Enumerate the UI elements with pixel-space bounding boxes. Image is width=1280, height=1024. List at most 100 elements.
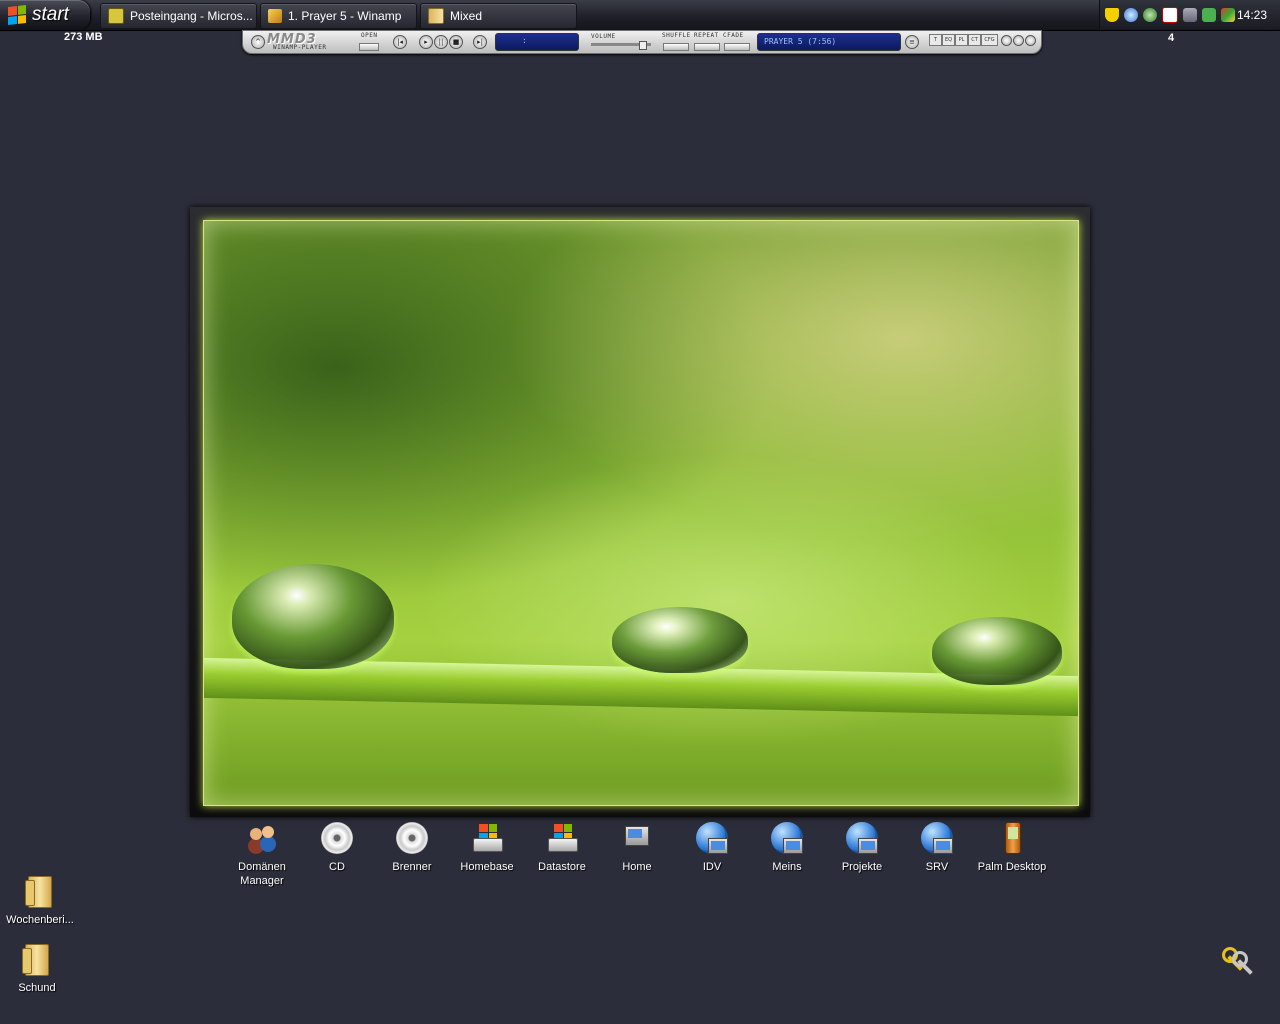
app-tray-icon[interactable]: [1221, 8, 1235, 22]
network-globe-icon[interactable]: [1124, 8, 1138, 22]
pause-button[interactable]: ||: [434, 35, 448, 49]
dock-item-homebase[interactable]: Homebase: [449, 822, 525, 874]
equalizer-button[interactable]: EQ: [942, 34, 955, 46]
antivirus-icon[interactable]: [1162, 7, 1178, 23]
outlook-icon: [108, 8, 124, 24]
winamp-player-bar: ^ MMD3 WINAMP-PLAYER OPEN |◂ ▸ || ■ ▸| :…: [242, 30, 1042, 54]
users-icon: [246, 822, 278, 854]
dock-item-brenner[interactable]: Brenner: [374, 822, 450, 874]
virtual-desktop-number: 4: [1168, 32, 1175, 44]
start-label: start: [32, 4, 69, 25]
task-button-mixed[interactable]: Mixed: [420, 3, 577, 29]
crossfade-button[interactable]: [724, 43, 750, 51]
dock-label: Palm Desktop: [977, 861, 1047, 873]
shuffle-button[interactable]: [663, 43, 689, 51]
dock-item-projekte[interactable]: Projekte: [824, 822, 900, 874]
folder-icon: [22, 944, 49, 976]
dock-item-cd[interactable]: CD: [299, 822, 375, 874]
next-button[interactable]: ▸|: [473, 35, 487, 49]
task-label: 1. Prayer 5 - Winamp: [288, 9, 402, 23]
ct-button[interactable]: CT: [968, 34, 981, 46]
volume-slider[interactable]: [591, 41, 651, 50]
shade-icon[interactable]: [1013, 35, 1024, 46]
windows-drive-icon: [471, 822, 503, 854]
task-button-winamp[interactable]: 1. Prayer 5 - Winamp: [260, 3, 417, 29]
battery-icon[interactable]: [1202, 8, 1216, 22]
time-display: :: [495, 33, 579, 51]
desktop-icon-label: Schund: [18, 982, 56, 994]
repeat-button[interactable]: [694, 43, 720, 51]
config-button[interactable]: CFG: [981, 34, 998, 46]
dock-item-datastore[interactable]: Datastore: [524, 822, 600, 874]
dock-label: Homebase: [460, 861, 514, 873]
dock-item-palm-desktop[interactable]: Palm Desktop: [974, 822, 1050, 874]
dock-label: Datastore: [538, 861, 586, 873]
dock-label: IDV: [702, 861, 722, 873]
network-computer-icon: [846, 822, 878, 854]
dock-item-idv[interactable]: IDV: [674, 822, 750, 874]
dock-label: Meins: [772, 861, 802, 873]
dock-label: Domänen Manager: [238, 861, 286, 887]
dock-label: SRV: [925, 861, 949, 873]
winamp-menu-button[interactable]: ^: [251, 35, 265, 49]
start-button[interactable]: start: [0, 0, 90, 30]
dock-item-home[interactable]: Home: [599, 822, 675, 874]
toggle-t-button[interactable]: T: [929, 34, 942, 46]
shuffle-label: SHUFFLE: [662, 32, 691, 39]
close-icon[interactable]: [1025, 35, 1036, 46]
clock[interactable]: 14:23: [1237, 8, 1267, 22]
crossfade-label: CFADE: [723, 32, 744, 39]
playlist-menu-icon[interactable]: ≡: [905, 35, 919, 49]
keys-icon[interactable]: [1220, 945, 1254, 975]
open-label: OPEN: [361, 32, 378, 39]
memory-display: 273 MB: [64, 31, 103, 43]
network-computer-icon: [696, 822, 728, 854]
folder-icon: [428, 8, 444, 24]
open-button[interactable]: [359, 43, 379, 51]
desktop-icon-label: Wochenberi...: [6, 914, 74, 926]
system-tray: 14:23: [1099, 0, 1280, 30]
windows-drive-icon: [546, 822, 578, 854]
update-icon[interactable]: [1143, 8, 1157, 22]
folder-icon: [25, 876, 52, 908]
winamp-icon: [268, 9, 282, 23]
task-label: Mixed: [450, 9, 483, 23]
windows-logo-icon: [8, 5, 26, 25]
dock-item-meins[interactable]: Meins: [749, 822, 825, 874]
repeat-label: REPEAT: [694, 32, 719, 39]
water-drop: [232, 564, 394, 669]
network-computer-icon: [921, 822, 953, 854]
dock-item-domain-manager[interactable]: Domänen Manager: [224, 822, 300, 888]
computer-icon: [621, 822, 653, 854]
security-shield-icon[interactable]: [1105, 8, 1119, 22]
track-title-display[interactable]: PRAYER 5 (7:56): [757, 33, 901, 51]
water-drop: [932, 617, 1062, 685]
cd-icon: [321, 822, 353, 854]
network-connection-icon[interactable]: [1183, 8, 1197, 22]
track-title: PRAYER 5 (7:56): [764, 37, 837, 46]
playlist-button[interactable]: PL: [955, 34, 968, 46]
volume-slider-handle[interactable]: [639, 41, 647, 50]
play-button[interactable]: ▸: [419, 35, 433, 49]
task-button-outlook[interactable]: Posteingang - Micros...: [100, 3, 257, 29]
dock-label: Projekte: [841, 861, 883, 873]
task-label: Posteingang - Micros...: [130, 9, 253, 23]
previous-button[interactable]: |◂: [393, 35, 407, 49]
minimize-icon[interactable]: [1001, 35, 1012, 46]
desktop-icon-schund[interactable]: Schund: [0, 944, 77, 994]
wallpaper-photo-frame: [190, 207, 1090, 817]
water-drops-photo: [203, 220, 1079, 806]
desktop-icon-wochenbericht[interactable]: Wochenberi...: [0, 876, 80, 926]
taskbar: start Posteingang - Micros... 1. Prayer …: [0, 0, 1280, 31]
dock-label: CD: [329, 861, 345, 873]
time-display-text: :: [522, 36, 527, 45]
water-drop: [612, 607, 748, 673]
palm-icon: [996, 822, 1028, 854]
cd-burner-icon: [396, 822, 428, 854]
stop-button[interactable]: ■: [449, 35, 463, 49]
network-computer-icon: [771, 822, 803, 854]
dock-label: Home: [622, 861, 652, 873]
volume-label: VOLUME: [591, 33, 616, 40]
dock-item-srv[interactable]: SRV: [899, 822, 975, 874]
winamp-skin-subtitle: WINAMP-PLAYER: [273, 44, 327, 51]
